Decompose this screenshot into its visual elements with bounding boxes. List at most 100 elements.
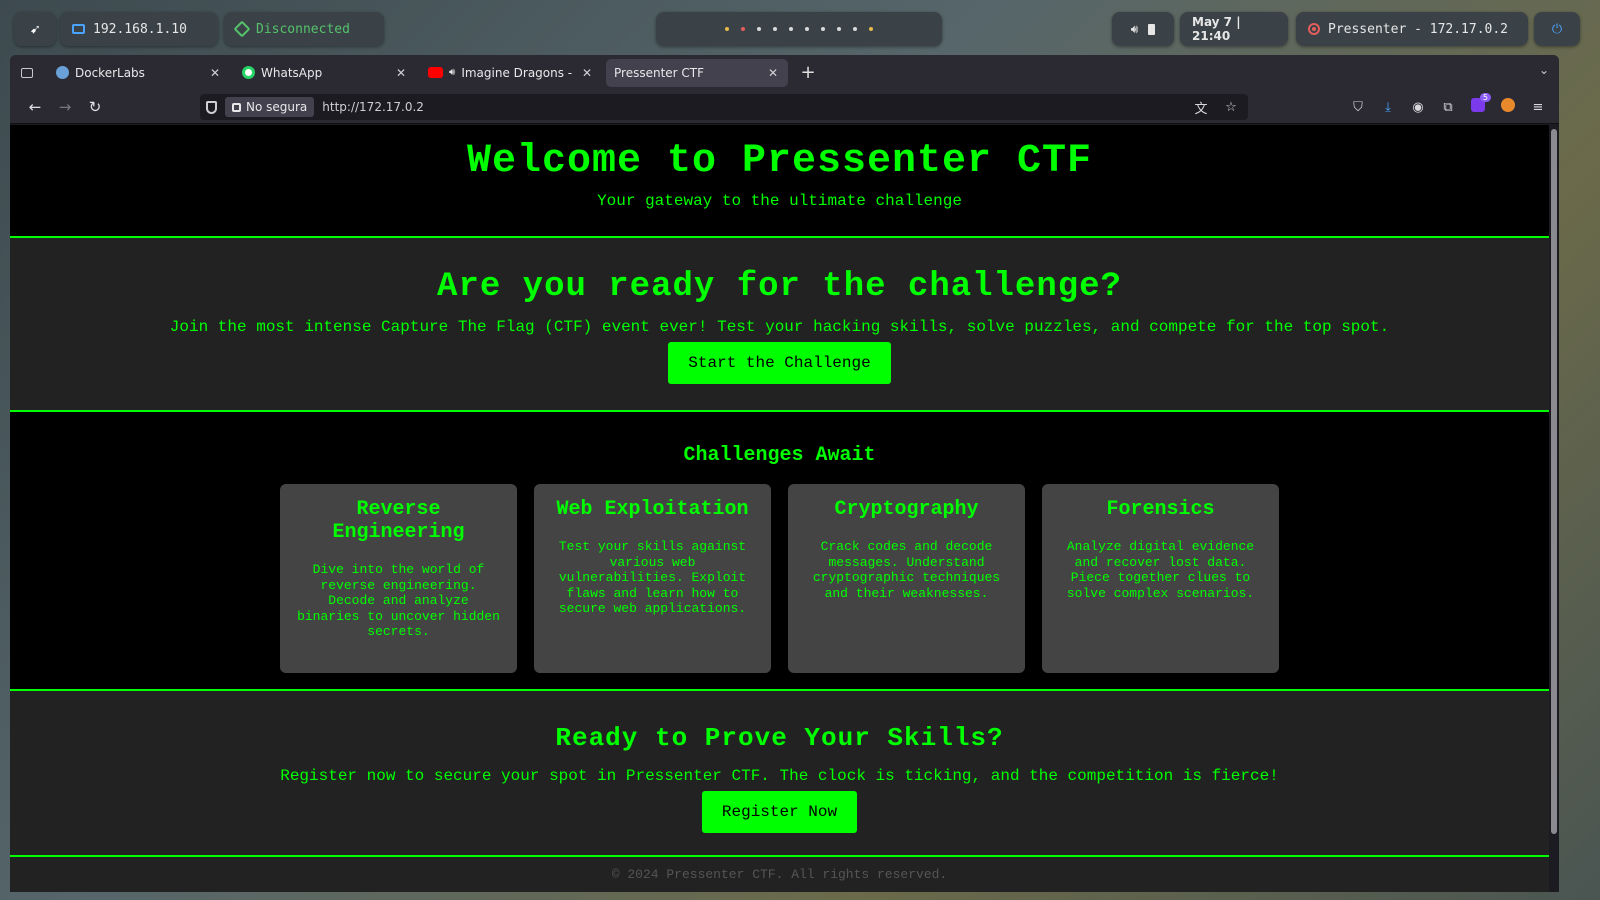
forward-button[interactable]: → — [50, 98, 80, 116]
extension-orange-logo — [1501, 98, 1515, 112]
workspace-dot[interactable] — [741, 27, 745, 31]
tab-youtube[interactable]: 🔊︎ Imagine Dragons - Be ✕ — [420, 59, 602, 87]
local-ip-indicator[interactable]: 192.168.1.10 — [60, 12, 218, 46]
local-ip-text: 192.168.1.10 — [93, 21, 187, 37]
workspace-dot[interactable] — [757, 27, 761, 31]
speaker-icon[interactable]: 🔊︎ — [449, 67, 455, 78]
site-security-badge[interactable]: No segura — [225, 97, 315, 117]
intro-section: Are you ready for the challenge? Join th… — [10, 238, 1549, 412]
chevron-down-icon: ⌄ — [1538, 63, 1549, 77]
card-title: Web Exploitation — [556, 498, 749, 521]
tab-dockerlabs[interactable]: DockerLabs ✕ — [48, 59, 230, 87]
system-top-bar: ➹ 192.168.1.10 Disconnected 🔊︎ May 7 | 2… — [14, 12, 1586, 46]
target-indicator[interactable]: Pressenter - 172.17.0.2 — [1296, 12, 1528, 46]
tab-label: DockerLabs — [75, 65, 145, 80]
insecure-lock-icon — [232, 102, 241, 112]
clock[interactable]: May 7 | 21:40 — [1180, 12, 1288, 46]
clock-text: May 7 | 21:40 — [1192, 15, 1241, 43]
tab-label: Imagine Dragons - Be — [461, 65, 574, 80]
close-icon[interactable]: ✕ — [208, 66, 222, 80]
target-icon — [1308, 23, 1320, 35]
workspace-dot[interactable] — [805, 27, 809, 31]
challenge-card-forensics: Forensics Analyze digital evidence and r… — [1042, 484, 1279, 673]
workspace-dot[interactable] — [869, 27, 873, 31]
hero-header: Welcome to Pressenter CTF Your gateway t… — [10, 125, 1549, 238]
tab-label: Pressenter CTF — [614, 65, 705, 80]
register-heading: Ready to Prove Your Skills? — [555, 723, 1004, 753]
extensions-icon[interactable]: ⧉ — [1437, 100, 1459, 115]
browser-toolbar: ⛉ ⤓ ◉ ⧉ 5 ≡ — [1347, 90, 1549, 124]
reload-icon: ↻ — [88, 97, 102, 116]
audio-battery-tray[interactable]: 🔊︎ — [1112, 12, 1174, 46]
workspace-dot[interactable] — [773, 27, 777, 31]
tabs-folder-icon — [21, 67, 33, 78]
card-text: Dive into the world of reverse engineeri… — [297, 562, 500, 639]
address-bar[interactable]: No segura http://172.17.0.2 文 ☆ — [200, 94, 1248, 120]
url-text[interactable]: http://172.17.0.2 — [322, 100, 1182, 114]
workspace-dot[interactable] — [853, 27, 857, 31]
reload-button[interactable]: ↻ — [80, 98, 110, 116]
back-button[interactable]: ← — [20, 98, 50, 116]
youtube-favicon-icon — [428, 67, 443, 78]
bookmark-star-icon[interactable]: ☆ — [1220, 100, 1242, 115]
hamburger-menu-icon[interactable]: ≡ — [1527, 100, 1549, 115]
register-text: Register now to secure your spot in Pres… — [280, 767, 1279, 785]
challenges-section: Challenges Await Reverse Engineering Div… — [10, 412, 1549, 691]
tab-pressenter[interactable]: Pressenter CTF ✕ — [606, 58, 788, 87]
downloads-icon[interactable]: ⤓ — [1377, 100, 1399, 115]
tab-label: WhatsApp — [261, 65, 323, 80]
card-title: Forensics — [1106, 498, 1215, 521]
footer-text: © 2024 Pressenter CTF. All rights reserv… — [611, 867, 948, 882]
tab-strip: DockerLabs ✕ WhatsApp ✕ 🔊︎ Imagine Drago… — [10, 55, 1559, 90]
vpn-status-indicator[interactable]: Disconnected — [224, 12, 384, 46]
power-button[interactable]: ⏻ — [1534, 12, 1580, 46]
list-all-tabs-button[interactable]: ⌄ — [1539, 63, 1549, 77]
intro-text: Join the most intense Capture The Flag (… — [169, 318, 1390, 336]
volume-icon[interactable]: 🔊︎ — [1131, 22, 1139, 37]
web-page: Welcome to Pressenter CTF Your gateway t… — [10, 125, 1549, 892]
card-text: Test your skills against various web vul… — [558, 539, 747, 616]
workspace-dot[interactable] — [837, 27, 841, 31]
start-challenge-button[interactable]: Start the Challenge — [668, 342, 891, 384]
card-title: Cryptography — [834, 498, 979, 521]
close-icon[interactable]: ✕ — [580, 66, 594, 80]
new-tab-button[interactable]: + — [794, 59, 822, 87]
close-icon[interactable]: ✕ — [766, 66, 780, 80]
whatsapp-favicon-icon — [242, 66, 255, 79]
workspace-dot[interactable] — [821, 27, 825, 31]
workspace-dot[interactable] — [725, 27, 729, 31]
extension-purple-icon[interactable]: 5 — [1467, 93, 1491, 116]
tab-overview-button[interactable] — [10, 55, 44, 90]
translate-icon[interactable]: 文 — [1190, 98, 1212, 117]
battery-icon[interactable] — [1148, 23, 1156, 35]
plus-icon: + — [800, 62, 816, 83]
account-icon[interactable]: ◉ — [1407, 100, 1429, 115]
card-text: Analyze digital evidence and recover los… — [1066, 539, 1255, 601]
security-label: No segura — [246, 100, 308, 114]
card-text: Crack codes and decode messages. Underst… — [812, 539, 1001, 601]
pocket-icon[interactable]: ⛉ — [1347, 100, 1369, 115]
docker-favicon-icon — [56, 66, 69, 79]
intro-heading: Are you ready for the challenge? — [437, 268, 1122, 306]
vpn-status-text: Disconnected — [256, 21, 350, 37]
page-scrollbar[interactable] — [1549, 125, 1559, 892]
challenge-card-web-exploitation: Web Exploitation Test your skills agains… — [534, 484, 771, 673]
monitor-icon — [72, 24, 85, 34]
workspace-dot[interactable] — [789, 27, 793, 31]
arrow-right-icon: → — [58, 97, 72, 116]
navigation-bar: ← → ↻ No segura http://172.17.0.2 文 ☆ ⛉ … — [10, 90, 1559, 124]
scrollbar-thumb[interactable] — [1551, 129, 1557, 834]
register-now-button[interactable]: Register Now — [701, 791, 858, 833]
close-icon[interactable]: ✕ — [394, 66, 408, 80]
extension-orange-icon[interactable] — [1497, 98, 1519, 116]
browser-window: DockerLabs ✕ WhatsApp ✕ 🔊︎ Imagine Drago… — [10, 55, 1559, 892]
arrow-left-icon: ← — [28, 97, 42, 116]
workspace-switcher[interactable] — [656, 12, 942, 46]
distro-menu-button[interactable]: ➹ — [14, 12, 56, 46]
challenge-cards: Reverse Engineering Dive into the world … — [10, 484, 1549, 673]
extension-badge: 5 — [1479, 93, 1491, 102]
register-section: Ready to Prove Your Skills? Register now… — [10, 691, 1549, 857]
tab-whatsapp[interactable]: WhatsApp ✕ — [234, 59, 416, 87]
card-title: Reverse Engineering — [332, 498, 465, 544]
tracking-protection-shield-icon[interactable] — [206, 100, 217, 114]
